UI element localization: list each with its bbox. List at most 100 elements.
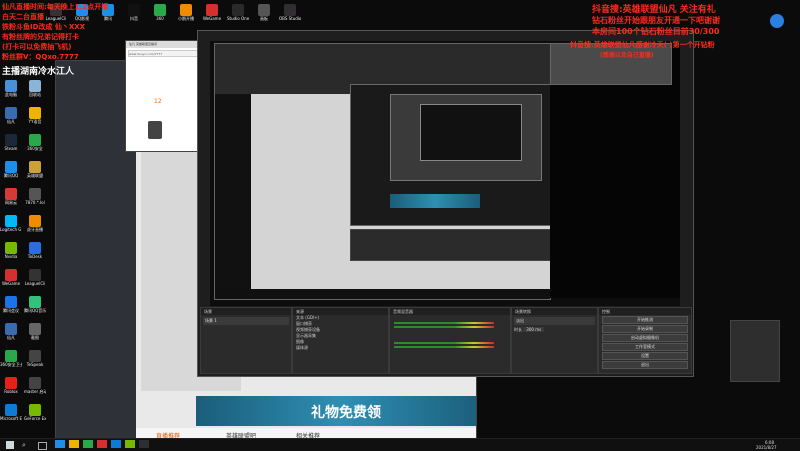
control-button[interactable]: 启动虚拟摄像机 <box>602 334 688 342</box>
duration-value[interactable]: 300 ms <box>523 327 545 332</box>
promo-banner[interactable]: 礼物免费领 <box>196 396 476 426</box>
desktop-icon[interactable]: master 启动 <box>24 377 46 394</box>
right-chat-window[interactable] <box>730 320 780 382</box>
desktop-icon[interactable]: WeGame <box>0 269 22 286</box>
desktop-icon[interactable]: 此电脑 <box>0 80 22 97</box>
app-icon <box>29 215 41 227</box>
scenes-dock[interactable]: 场景 场景 1 <box>200 307 292 374</box>
top-icon-label: 画板 <box>260 16 268 21</box>
desktop-icon[interactable]: 英雄联盟 <box>24 161 46 178</box>
address-bar[interactable]: www.douyu.com/7777 <box>128 50 206 57</box>
duration-label: 时长 <box>514 327 522 332</box>
desktop-icon[interactable]: Steam <box>0 134 22 151</box>
controls-dock[interactable]: 控制 开始推流 开始录制 启动虚拟摄像机 工作室模式 设置 退出 <box>598 307 692 374</box>
audio-meter-2 <box>394 326 494 328</box>
desktop-icon-label: 7870.*.lol <box>25 200 45 205</box>
app-icon <box>5 188 17 200</box>
taskbar-app-icon[interactable] <box>55 440 65 448</box>
desktop-icon[interactable]: LeaguelCli <box>24 269 46 286</box>
clock-date[interactable]: 2021/8/27 <box>756 445 777 450</box>
right-float-icon[interactable] <box>770 14 784 28</box>
overlay-line-6: 粉丝群V：QQxo.7777 <box>2 53 79 61</box>
browser-tab[interactable]: 仙凡 英雄联盟直播间 <box>129 42 157 46</box>
desktop-icon[interactable]: GeForce Experience <box>24 404 46 421</box>
nested-obs-inner2 <box>420 104 522 161</box>
desktop-icon-label: 仙凡 <box>7 335 15 340</box>
top-desktop-icon[interactable]: 抖音 <box>123 4 145 21</box>
nested-sidebar <box>215 94 251 299</box>
counter-badge: 12 <box>154 98 162 105</box>
control-button[interactable]: 设置 <box>602 352 688 360</box>
desktop-icons: 此电脑 回收站 仙凡 YY语音 Steam 360安全 腾讯QQ 英雄联盟 网易云 7870.*.… <box>0 80 48 435</box>
desktop-icon[interactable]: 腾讯会议 <box>0 296 22 313</box>
control-button[interactable]: 退出 <box>602 361 688 369</box>
taskbar-app-icon[interactable] <box>97 440 107 448</box>
controls-title: 控制 <box>599 308 691 315</box>
desktop-icon[interactable]: YY语音 <box>24 107 46 124</box>
transition-select[interactable]: 淡出 <box>514 317 595 325</box>
taskbar-app-icon[interactable] <box>139 440 149 448</box>
desktop-icon[interactable]: 360安全 <box>24 134 46 151</box>
control-button[interactable]: 工作室模式 <box>602 343 688 351</box>
desktop-icon[interactable]: Logitech G HUB <box>0 215 22 232</box>
app-icon <box>128 4 140 16</box>
desktop-icon[interactable]: 虎牙直播 <box>24 215 46 232</box>
desktop-icon-label: LeaguelCli <box>24 281 46 286</box>
app-icon <box>5 107 17 119</box>
desktop-icon-label: 腾讯QQ <box>3 173 19 178</box>
scene-item[interactable]: 场景 1 <box>203 317 289 325</box>
top-desktop-icon[interactable]: 画板 <box>253 4 275 21</box>
top-desktop-icon[interactable]: OBS Studio <box>279 4 301 21</box>
desktop-icon[interactable]: 回收站 <box>24 80 46 97</box>
control-button[interactable]: 开始录制 <box>602 325 688 333</box>
desktop-icon[interactable]: 网易云 <box>0 188 22 205</box>
desktop-icon[interactable]: 截图 <box>24 323 46 340</box>
desktop-icon[interactable]: 360安全卫士 <box>0 350 22 367</box>
control-button[interactable]: 开始推流 <box>602 316 688 324</box>
app-icon <box>5 404 17 416</box>
app-icon <box>29 161 41 173</box>
app-icon <box>5 323 17 335</box>
sources-dock[interactable]: 来源 文本 (GDI+) 窗口捕获 视频捕获设备 显示器采集 图像 媒体源 <box>292 307 389 374</box>
top-desktop-icon[interactable]: Studio One <box>227 4 249 21</box>
mixer-dock[interactable]: 音频混音器 <box>389 307 511 374</box>
app-icon <box>5 377 17 389</box>
overlay-line-4: 有粉丝牌的兄弟记得打卡 <box>2 33 79 41</box>
desktop-icon[interactable]: Microsoft Edge <box>0 404 22 421</box>
right-overlay: 抖音搜:英雄联盟仙凡 关注有礼 钻石粉丝开始跟朋友开通一下吧谢谢 本房间100个… <box>592 2 720 37</box>
app-icon <box>5 350 17 362</box>
desktop-icon[interactable]: ToDesk <box>24 242 46 259</box>
top-desktop-icon[interactable]: 小鹅开播 <box>175 4 197 21</box>
desktop-icon-label: Nvidia <box>4 254 18 259</box>
taskbar-app-icon[interactable] <box>111 440 121 448</box>
taskbar-app-icon[interactable] <box>83 440 93 448</box>
desktop-icon[interactable]: 腾讯QQ <box>0 161 22 178</box>
app-icon <box>5 215 17 227</box>
taskbar-app-icon[interactable] <box>125 440 135 448</box>
desktop-icon[interactable]: 仙凡 <box>0 107 22 124</box>
desktop-icon[interactable]: TeSpeak <box>24 350 46 367</box>
desktop-icon[interactable]: 仙凡 <box>0 323 22 340</box>
desktop-icon-label: Roblox <box>4 389 18 394</box>
browser-window-front[interactable]: 仙凡 英雄联盟直播间 www.douyu.com/7777 12 <box>125 40 207 152</box>
top-desktop-icon[interactable]: WeGame <box>201 4 223 21</box>
tab-strip: 仙凡 英雄联盟直播间 <box>126 41 206 48</box>
banner-text: 礼物免费领 <box>311 405 381 421</box>
desktop-icon[interactable]: Nvidia <box>0 242 22 259</box>
desktop-icon[interactable]: 7870.*.lol <box>24 188 46 205</box>
top-desktop-icon[interactable]: 360 <box>149 4 171 21</box>
transitions-dock[interactable]: 场景转换 淡出 时长 300 ms <box>511 307 598 374</box>
overlay-line-7: 主播湖南冷水江人 <box>2 67 75 77</box>
desktop-icon-label: 此电脑 <box>5 92 17 97</box>
search-icon[interactable]: ⌕ <box>22 441 26 450</box>
start-icon[interactable] <box>6 441 14 449</box>
app-icon <box>29 80 41 92</box>
taskbar-app-icon[interactable] <box>69 440 79 448</box>
desktop-icon[interactable]: 腾讯QQ音乐 <box>24 296 46 313</box>
obs-window[interactable]: 场景 场景 1 来源 文本 (GDI+) 窗口捕获 视频捕获设备 显示器采集 图像 媒体源… <box>197 30 694 377</box>
desktop-icon[interactable]: Roblox <box>0 377 22 394</box>
nested-mixer <box>350 229 552 261</box>
desktop-icon-label: Microsoft Edge <box>0 416 22 421</box>
source-item[interactable]: 媒体源 <box>293 345 388 351</box>
taskview-icon[interactable] <box>38 442 47 450</box>
